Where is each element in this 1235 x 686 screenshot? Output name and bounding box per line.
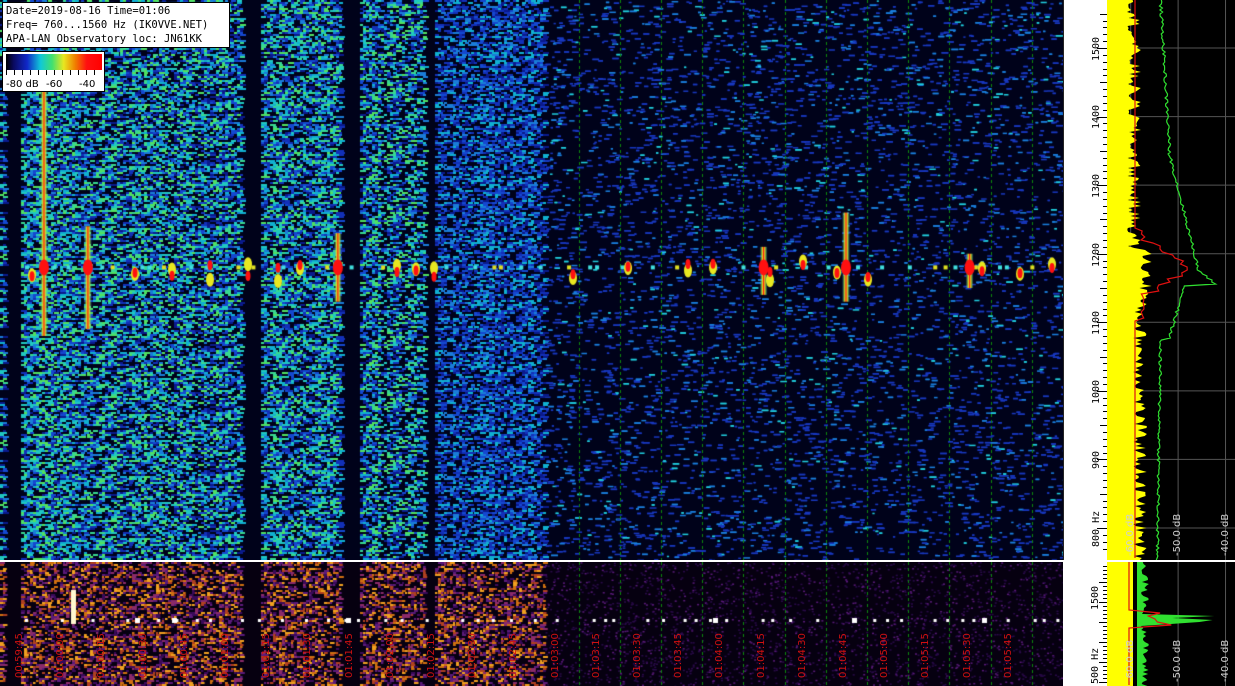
frequency-tick-mark-secondary (1099, 682, 1107, 683)
frequency-tick-label: 1100 (1091, 301, 1102, 335)
frequency-tick-label: 900 (1091, 435, 1102, 469)
time-tick-label: 01:02:30 (467, 633, 479, 678)
frequency-tick-mark (1097, 48, 1107, 49)
date-time-line: Date=2019-08-16 Time=01:06 (6, 5, 171, 17)
frequency-tick-label: 1400 (1091, 95, 1102, 129)
time-tick-label: 01:02:45 (508, 633, 520, 678)
colorbar-label-min: -80 dB (6, 79, 39, 90)
frequency-tick-label: 1300 (1091, 164, 1102, 198)
frequency-tick-mark (1100, 150, 1107, 152)
spectrum-db-label: -50.0 dB (1172, 513, 1184, 556)
frequency-tick-mark (1100, 356, 1107, 358)
frequency-tick-mark (1097, 528, 1107, 529)
frequency-tick-mark (1097, 185, 1107, 187)
colorbar-legend: -80 dB -60 -40 (2, 51, 105, 92)
time-tick-label: 01:04:30 (796, 633, 808, 678)
frequency-tick-mark (1100, 219, 1107, 221)
time-tick-label: 01:00:00 (55, 633, 67, 678)
frequency-tick-mark-secondary (1099, 622, 1107, 623)
time-tick-label: 01:03:30 (632, 633, 643, 678)
spectrum-db-label: -40.0 dB (1219, 639, 1231, 682)
frequency-tick-mark (1100, 82, 1107, 84)
time-tick-label: 00:59:45 (14, 633, 25, 678)
time-tick-label: 01:00:30 (137, 633, 149, 678)
frequency-tick-label: 1200 (1091, 233, 1102, 266)
panel-divider (0, 560, 1235, 562)
time-tick-label: 01:05:15 (920, 633, 932, 678)
observatory-line: APA-LAN Observatory loc: JN61KK (6, 33, 202, 45)
frequency-tick-mark (1097, 459, 1107, 461)
frequency-tick-mark (1100, 13, 1107, 15)
time-tick-label: 01:00:15 (96, 633, 108, 678)
frequency-tick-mark-secondary (1099, 662, 1107, 663)
time-tick-label: 01:04:15 (755, 633, 767, 678)
spectrum-db-label: -40.0 dB (1219, 513, 1231, 556)
time-tick-label: 01:04:45 (838, 633, 849, 678)
spectrum-current-line (1134, 0, 1188, 558)
time-tick-label: 01:03:00 (549, 633, 561, 678)
spectrum-profile (1107, 0, 1235, 560)
time-tick-label: 01:01:15 (261, 633, 273, 678)
time-tick-label: 01:01:45 (343, 633, 355, 678)
spectrum-db-label: -50.0 dB (1172, 639, 1184, 682)
frequency-axis: 1500 1400 1300 1200 1100 1000 900 800 Hz (1063, 0, 1107, 560)
spectrum-plot (1107, 0, 1235, 560)
time-tick-label: 01:03:45 (673, 633, 685, 678)
spectrum-db-label: -60.0 dB (1124, 639, 1136, 682)
frequency-tick-mark (1097, 322, 1107, 324)
spectrum-db-label: -60.0 dB (1124, 513, 1136, 556)
spectrum-average-fill (1107, 0, 1152, 560)
spectrogram-display: 1500 1400 1300 1200 1100 1000 900 800 Hz 150050… (0, 0, 1235, 686)
time-tick-label: 01:05:45 (1002, 633, 1014, 678)
frequency-tick-label-secondary: 500 Hz (1090, 647, 1101, 684)
time-tick-label: 01:01:00 (220, 633, 231, 678)
colorbar-label-mid: -60 (46, 79, 63, 90)
frequency-tick-mark (1097, 253, 1107, 255)
frequency-tick-mark (1100, 425, 1107, 427)
time-tick-label: 01:00:45 (178, 633, 190, 678)
spectrogram-canvas (0, 0, 1063, 560)
frequency-range-line: Freq= 760...1560 Hz (IK0VVE.NET) (6, 19, 209, 31)
frequency-tick-label: 800 Hz (1091, 511, 1102, 548)
main-spectrogram (0, 0, 1063, 560)
frequency-tick-mark (1097, 116, 1107, 118)
frequency-tick-mark-secondary (1099, 642, 1107, 643)
time-tick-label: 01:05:00 (879, 633, 891, 678)
frequency-axis-secondary: 1500 500 Hz (1063, 562, 1107, 686)
frequency-tick-mark-secondary (1099, 582, 1107, 583)
frequency-tick-mark (1100, 288, 1107, 289)
frequency-tick-label: 1000 (1091, 370, 1102, 404)
secondary-spectrogram-canvas (0, 562, 1063, 686)
time-tick-label: 01:01:30 (302, 633, 314, 678)
time-tick-label: 01:02:15 (426, 633, 437, 678)
time-tick-label: 01:02:00 (384, 633, 396, 678)
frequency-tick-mark (1100, 493, 1107, 495)
time-tick-label: 01:05:30 (961, 633, 973, 678)
spectrum-peak-line (1155, 0, 1218, 560)
colorbar-ticks (6, 70, 102, 75)
frequency-tick-mark-secondary (1099, 602, 1107, 603)
frequency-tick-mark (1097, 390, 1107, 392)
colorbar-label-max: -40 (79, 79, 96, 90)
info-box: Date=2019-08-16 Time=01:06 Freq= 760...1… (2, 2, 230, 48)
time-tick-label: 01:04:00 (714, 633, 726, 678)
colorbar-gradient (6, 54, 102, 70)
frequency-tick-label: 1500 (1091, 27, 1102, 61)
secondary-spectrogram (0, 562, 1063, 686)
time-tick-label: 01:03:15 (590, 633, 602, 678)
